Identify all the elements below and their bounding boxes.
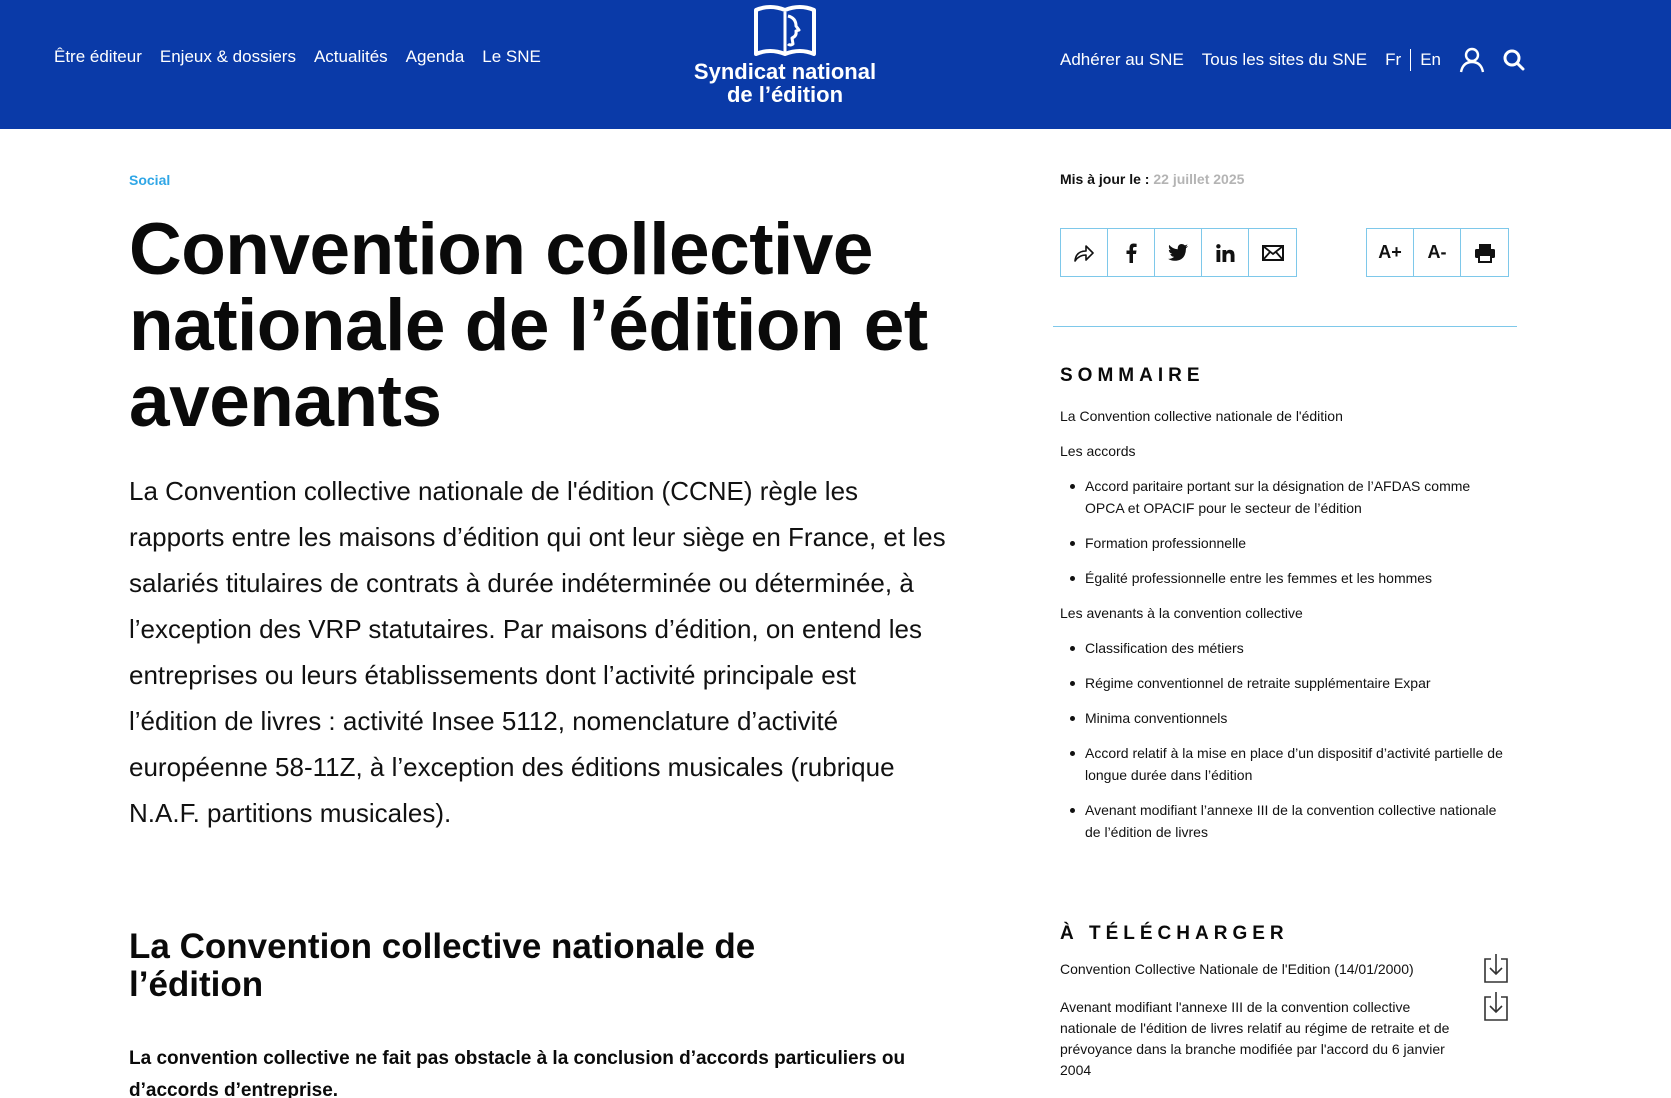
- nav-adherer[interactable]: Adhérer au SNE: [1060, 50, 1184, 70]
- download-icon[interactable]: [1484, 953, 1508, 983]
- toc-accord-item[interactable]: Formation professionnelle: [1060, 532, 1510, 554]
- download-link[interactable]: Convention Collective Nationale de l'Edi…: [1060, 959, 1470, 980]
- secondary-nav: Adhérer au SNE Tous les sites du SNE Fr …: [1060, 47, 1543, 73]
- article-intro: La Convention collective nationale de l'…: [129, 476, 946, 828]
- lang-en[interactable]: En: [1420, 50, 1441, 70]
- table-of-contents: La Convention collective nationale de l'…: [1060, 405, 1510, 856]
- nav-enjeux-dossiers[interactable]: Enjeux & dossiers: [160, 47, 296, 67]
- sommaire-title: SOMMAIRE: [1060, 365, 1205, 386]
- toc-avenant-item[interactable]: Minima conventionnels: [1060, 707, 1510, 729]
- site-header: Être éditeur Enjeux & dossiers Actualité…: [0, 0, 1671, 129]
- share-toolbar: [1060, 228, 1297, 277]
- nav-le-sne[interactable]: Le SNE: [482, 47, 541, 67]
- print-icon[interactable]: [1461, 229, 1508, 276]
- nav-tous-les-sites[interactable]: Tous les sites du SNE: [1202, 50, 1367, 70]
- linkedin-icon[interactable]: [1202, 229, 1249, 276]
- toc-avenant-item[interactable]: Avenant modifiant l’annexe III de la con…: [1060, 799, 1510, 843]
- sidebar-divider: [1053, 326, 1517, 327]
- toc-avenant-item[interactable]: Classification des métiers: [1060, 637, 1510, 659]
- download-title: À TÉLÉCHARGER: [1060, 923, 1289, 944]
- updated-label: Mis à jour le :: [1060, 171, 1150, 187]
- toc-item-avenants[interactable]: Les avenants à la convention collective: [1060, 602, 1510, 624]
- twitter-icon[interactable]: [1155, 229, 1202, 276]
- share-icon[interactable]: [1061, 229, 1108, 276]
- book-face-logo-icon: [754, 5, 816, 56]
- toc-avenants-list: Classification des métiers Régime conven…: [1060, 637, 1510, 843]
- toc-item-accords[interactable]: Les accords: [1060, 440, 1510, 462]
- main-nav: Être éditeur Enjeux & dossiers Actualité…: [54, 47, 559, 67]
- reading-toolbar: A+ A-: [1366, 228, 1509, 277]
- download-link[interactable]: Avenant modifiant l'annexe III de la con…: [1060, 997, 1470, 1081]
- updated-date-value: 22 juillet 2025: [1153, 171, 1245, 187]
- download-icon[interactable]: [1484, 991, 1508, 1021]
- user-icon[interactable]: [1459, 47, 1485, 73]
- font-decrease-button[interactable]: A-: [1414, 229, 1461, 276]
- nav-agenda[interactable]: Agenda: [406, 47, 465, 67]
- lang-separator: [1410, 49, 1412, 71]
- section-lead: La convention collective ne fait pas obs…: [129, 1048, 906, 1098]
- font-increase-button[interactable]: A+: [1367, 229, 1414, 276]
- toc-avenant-item[interactable]: Régime conventionnel de retraite supplém…: [1060, 672, 1510, 694]
- site-logo[interactable]: Syndicat national de l’édition: [680, 4, 890, 106]
- logo-text-line2: de l’édition: [726, 82, 844, 107]
- nav-etre-editeur[interactable]: Être éditeur: [54, 47, 142, 67]
- toc-accord-item[interactable]: Égalité professionnelle entre les femmes…: [1060, 567, 1510, 589]
- toc-accord-item[interactable]: Accord paritaire portant sur la désignat…: [1060, 475, 1510, 519]
- facebook-icon[interactable]: [1108, 229, 1155, 276]
- toc-avenant-item[interactable]: Accord relatif à la mise en place d’un d…: [1060, 742, 1510, 786]
- mail-icon[interactable]: [1249, 229, 1296, 276]
- section-title: La Convention collective nationale de l’…: [129, 927, 756, 1004]
- nav-actualites[interactable]: Actualités: [314, 47, 388, 67]
- page-title: Convention collective nationale de l’édi…: [129, 209, 928, 442]
- lang-fr[interactable]: Fr: [1385, 50, 1401, 70]
- updated-date: Mis à jour le : 22 juillet 2025: [1060, 171, 1244, 187]
- search-icon[interactable]: [1503, 49, 1525, 71]
- toc-item-convention[interactable]: La Convention collective nationale de l'…: [1060, 405, 1510, 427]
- article-category[interactable]: Social: [129, 172, 170, 188]
- toc-accords-list: Accord paritaire portant sur la désignat…: [1060, 475, 1510, 589]
- logo-text-line1: Syndicat national: [693, 59, 877, 84]
